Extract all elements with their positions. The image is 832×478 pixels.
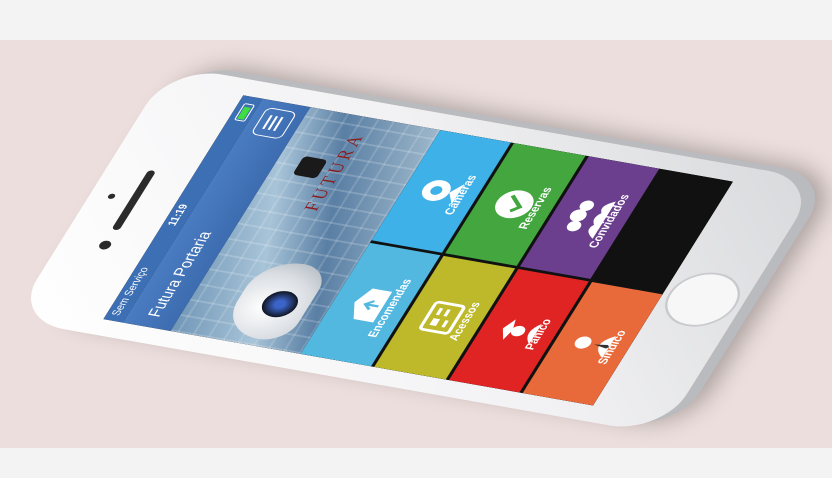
hamburger-menu-button[interactable]	[250, 107, 298, 140]
front-camera-icon	[97, 239, 114, 251]
earpiece-speaker	[111, 169, 157, 231]
proximity-sensor	[106, 193, 117, 200]
